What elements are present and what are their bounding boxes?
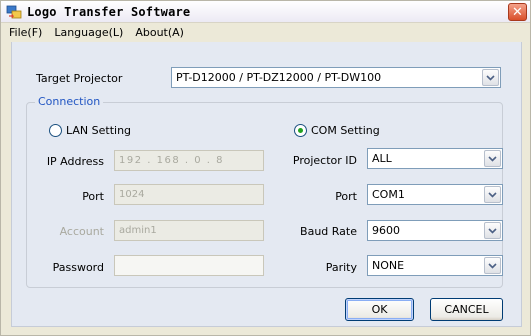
menu-language[interactable]: Language(L) bbox=[48, 26, 129, 39]
ip-address-field[interactable]: 192 . 168 . 0 . 8 bbox=[114, 150, 264, 171]
close-button[interactable]: ✕ bbox=[508, 3, 527, 21]
menu-bar: File(F) Language(L) About(A) bbox=[1, 23, 530, 42]
parity-select[interactable]: NONE bbox=[367, 255, 503, 276]
connection-group-title: Connection bbox=[35, 95, 104, 108]
logo-transfer-app-icon bbox=[6, 4, 22, 20]
account-field[interactable]: admin1 bbox=[114, 220, 264, 241]
com-port-value: COM1 bbox=[372, 188, 405, 201]
chevron-down-icon bbox=[484, 186, 501, 203]
com-port-select[interactable]: COM1 bbox=[367, 184, 503, 205]
projector-id-value: ALL bbox=[372, 152, 392, 165]
password-label: Password bbox=[52, 261, 104, 274]
target-projector-select[interactable]: PT-D12000 / PT-DZ12000 / PT-DW100 bbox=[171, 67, 501, 88]
menu-about[interactable]: About(A) bbox=[129, 26, 190, 39]
projector-id-select[interactable]: ALL bbox=[367, 148, 503, 169]
chevron-down-icon bbox=[484, 150, 501, 167]
projector-id-label: Projector ID bbox=[292, 154, 357, 167]
chevron-down-icon bbox=[484, 257, 501, 274]
com-setting-label: COM Setting bbox=[311, 124, 380, 137]
target-projector-label: Target Projector bbox=[36, 72, 123, 85]
close-icon: ✕ bbox=[512, 4, 523, 20]
parity-label: Parity bbox=[325, 261, 357, 274]
password-field[interactable] bbox=[114, 255, 264, 276]
baud-rate-select[interactable]: 9600 bbox=[367, 220, 503, 241]
lan-setting-radio[interactable] bbox=[49, 124, 62, 137]
lan-port-field[interactable]: 1024 bbox=[114, 184, 264, 205]
window-title: Logo Transfer Software bbox=[27, 5, 191, 19]
chevron-down-icon bbox=[484, 222, 501, 239]
com-setting-radio[interactable] bbox=[294, 124, 307, 137]
app-window: Logo Transfer Software ✕ File(F) Languag… bbox=[0, 0, 531, 336]
ip-address-label: IP Address bbox=[46, 155, 104, 168]
ok-button[interactable]: OK bbox=[345, 298, 414, 321]
com-port-label: Port bbox=[335, 190, 357, 203]
lan-port-label: Port bbox=[82, 190, 104, 203]
radio-selected-dot bbox=[298, 128, 303, 133]
chevron-down-icon bbox=[482, 69, 499, 86]
cancel-button[interactable]: CANCEL bbox=[430, 298, 503, 321]
baud-rate-value: 9600 bbox=[372, 224, 400, 237]
baud-rate-label: Baud Rate bbox=[300, 225, 357, 238]
menu-file[interactable]: File(F) bbox=[3, 26, 48, 39]
title-bar[interactable]: Logo Transfer Software ✕ bbox=[1, 1, 530, 23]
parity-value: NONE bbox=[372, 259, 405, 272]
target-projector-value: PT-D12000 / PT-DZ12000 / PT-DW100 bbox=[176, 71, 382, 84]
account-label: Account bbox=[59, 225, 104, 238]
lan-setting-label: LAN Setting bbox=[66, 124, 132, 137]
